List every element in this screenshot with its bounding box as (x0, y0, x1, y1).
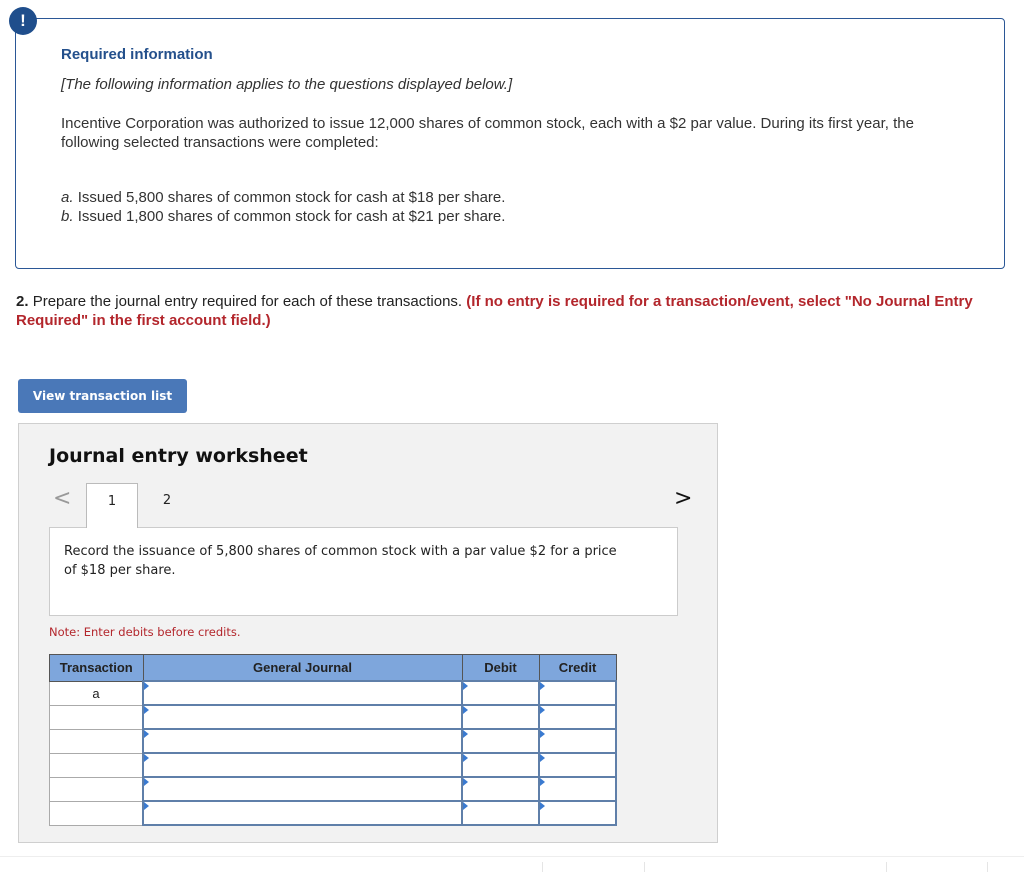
debit-input[interactable] (461, 752, 540, 778)
transaction-list: a. Issued 5,800 shares of common stock f… (61, 188, 505, 226)
header-general-journal: General Journal (142, 654, 463, 682)
exclamation-icon: ! (9, 7, 37, 35)
account-input[interactable] (142, 704, 463, 730)
credit-input[interactable] (538, 800, 617, 826)
journal-entry-worksheet: Journal entry worksheet < 1 2 > Record t… (18, 423, 718, 843)
journal-row (49, 728, 617, 754)
debit-input[interactable] (461, 800, 540, 826)
journal-header-row: Transaction General Journal Debit Credit (49, 654, 617, 682)
credit-input[interactable] (538, 680, 617, 706)
required-information-box: Required information [The following info… (15, 18, 1005, 269)
debit-input[interactable] (461, 728, 540, 754)
transaction-item-b: b. Issued 1,800 shares of common stock f… (61, 208, 506, 225)
chevron-left-icon[interactable]: < (53, 486, 71, 511)
tab-2[interactable]: 2 (141, 483, 193, 527)
header-debit: Debit (461, 654, 540, 682)
problem-statement: Incentive Corporation was authorized to … (61, 115, 914, 151)
journal-row: a (49, 680, 617, 706)
journal-row (49, 704, 617, 730)
journal-row (49, 776, 617, 802)
account-input[interactable] (142, 728, 463, 754)
debit-input[interactable] (461, 776, 540, 802)
account-input[interactable] (142, 752, 463, 778)
account-input[interactable] (142, 776, 463, 802)
footer-separator (644, 862, 645, 872)
journal-row (49, 752, 617, 778)
transaction-cell (49, 776, 144, 802)
chevron-right-icon[interactable]: > (674, 486, 692, 511)
footer-separator (886, 862, 887, 872)
worksheet-title: Journal entry worksheet (49, 445, 308, 467)
transaction-cell: a (49, 680, 144, 706)
footer-separator (987, 862, 988, 872)
transaction-cell (49, 704, 144, 730)
credit-input[interactable] (538, 728, 617, 754)
footer-divider (0, 856, 1024, 857)
transaction-cell (49, 800, 144, 826)
transaction-cell (49, 752, 144, 778)
account-input[interactable] (142, 800, 463, 826)
credit-input[interactable] (538, 752, 617, 778)
header-credit: Credit (538, 654, 617, 682)
header-transaction: Transaction (49, 654, 144, 682)
debit-input[interactable] (461, 680, 540, 706)
required-information-title: Required information (61, 46, 213, 63)
credit-input[interactable] (538, 704, 617, 730)
transaction-description-box: Record the issuance of 5,800 shares of c… (49, 527, 678, 616)
credit-input[interactable] (538, 776, 617, 802)
transaction-cell (49, 728, 144, 754)
debit-input[interactable] (461, 704, 540, 730)
journal-row (49, 800, 617, 826)
applies-note: [The following information applies to th… (61, 76, 513, 93)
tab-1[interactable]: 1 (86, 483, 138, 528)
transaction-description: Record the issuance of 5,800 shares of c… (64, 544, 617, 578)
view-transaction-list-button[interactable]: View transaction list (18, 379, 187, 413)
account-input[interactable] (142, 680, 463, 706)
debits-note: Note: Enter debits before credits. (49, 625, 241, 639)
footer-separator (542, 862, 543, 872)
question-prompt: 2. Prepare the journal entry required fo… (16, 293, 973, 329)
transaction-item-a: a. Issued 5,800 shares of common stock f… (61, 189, 506, 206)
journal-table: Transaction General Journal Debit Credit… (49, 654, 617, 826)
